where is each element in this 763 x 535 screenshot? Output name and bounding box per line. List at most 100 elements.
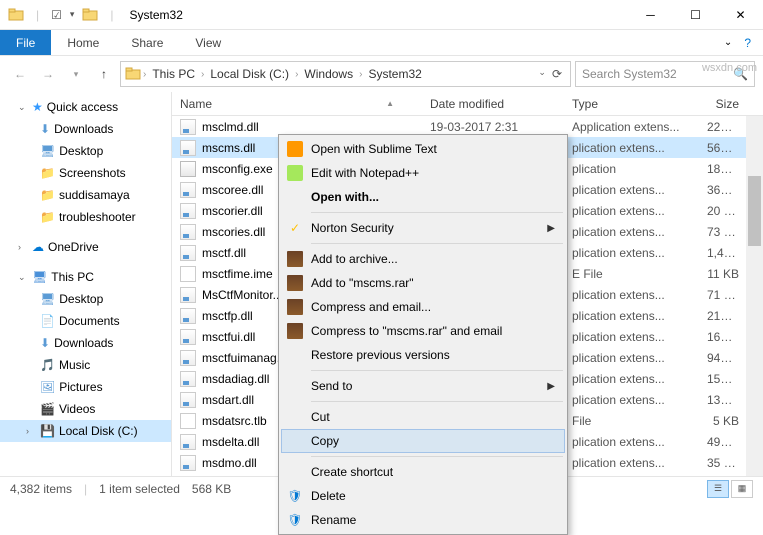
sidebar-this-pc[interactable]: ⌄ 🖥 This PC [0, 266, 171, 288]
ctx-restore[interactable]: Restore previous versions [281, 343, 565, 367]
crumb-local-disk[interactable]: Local Disk (C:) [206, 67, 293, 81]
sidebar-onedrive[interactable]: › ☁ OneDrive [0, 236, 171, 258]
tab-view[interactable]: View [179, 30, 237, 55]
ctx-edit-npp[interactable]: Edit with Notepad++ [281, 161, 565, 185]
sidebar-item-videos[interactable]: 🎬Videos [0, 398, 171, 420]
ctx-norton[interactable]: ✓Norton Security▶ [281, 216, 565, 240]
back-button[interactable]: ← [8, 62, 32, 86]
column-type[interactable]: Type [564, 92, 699, 115]
file-name: mscorier.dll [202, 204, 263, 218]
ctx-compress-rar-email[interactable]: Compress to "mscms.rar" and email [281, 319, 565, 343]
file-name: MsCtfMonitor... [202, 288, 283, 302]
icons-view-button[interactable]: ▦ [731, 480, 753, 498]
cell-type: plication extens... [564, 141, 699, 155]
status-selection: 1 item selected [99, 482, 180, 496]
breadcrumb-sep[interactable]: › [295, 69, 298, 80]
videos-icon: 🎬 [40, 402, 55, 416]
column-size[interactable]: Size [699, 92, 763, 115]
sort-indicator-icon: ▲ [386, 99, 394, 108]
watermark-text: wsxdn.com [702, 62, 757, 74]
sidebar-item-desktop[interactable]: 🖥Desktop [0, 140, 171, 162]
ribbon-expand-icon[interactable]: ⌄ [724, 37, 732, 48]
sidebar-item-local-disk[interactable]: › 💾Local Disk (C:) [0, 420, 171, 442]
ctx-send-to[interactable]: Send to▶ [281, 374, 565, 398]
column-name[interactable]: Name▲ [172, 92, 422, 115]
address-dropdown-icon[interactable]: ⌄ [538, 67, 546, 81]
window-title: System32 [130, 8, 183, 22]
refresh-icon[interactable]: ⟳ [552, 67, 562, 81]
up-button[interactable]: ↑ [92, 62, 116, 86]
ctx-open-sublime[interactable]: Open with Sublime Text [281, 137, 565, 161]
file-icon [180, 308, 196, 324]
file-icon [180, 413, 196, 429]
norton-icon: ✓ [287, 220, 303, 236]
downloads-icon: ⬇ [40, 122, 50, 136]
chevron-right-icon[interactable]: › [26, 426, 36, 436]
file-icon [180, 287, 196, 303]
tab-share[interactable]: Share [115, 30, 179, 55]
address-bar[interactable]: › This PC › Local Disk (C:) › Windows › … [120, 61, 571, 87]
ctx-delete[interactable]: 🛡Delete [281, 484, 565, 508]
chevron-down-icon[interactable]: ⌄ [18, 102, 28, 113]
status-item-count: 4,382 items [10, 482, 72, 496]
sidebar-item-downloads2[interactable]: ⬇Downloads [0, 332, 171, 354]
file-name: msctfui.dll [202, 330, 255, 344]
help-icon[interactable]: ? [744, 36, 751, 50]
ctx-add-rar[interactable]: Add to "mscms.rar" [281, 271, 565, 295]
close-button[interactable]: ✕ [718, 0, 763, 30]
breadcrumb-sep[interactable]: › [143, 69, 146, 80]
sidebar-item-screenshots[interactable]: 📁Screenshots [0, 162, 171, 184]
column-headers: Name▲ Date modified Type Size [172, 92, 763, 116]
crumb-windows[interactable]: Windows [300, 67, 357, 81]
sidebar-item-music[interactable]: 🎵Music [0, 354, 171, 376]
ctx-open-with[interactable]: Open with... [281, 185, 565, 209]
qat-checkbox-icon[interactable]: ☑ [51, 8, 62, 22]
tab-home[interactable]: Home [51, 30, 115, 55]
ctx-cut[interactable]: Cut [281, 405, 565, 429]
sidebar-item-troubleshooter[interactable]: 📁troubleshooter [0, 206, 171, 228]
details-view-button[interactable]: ☰ [707, 480, 729, 498]
tab-file[interactable]: File [0, 30, 51, 55]
file-name: msdelta.dll [202, 435, 259, 449]
ctx-copy[interactable]: Copy [281, 429, 565, 453]
breadcrumb-sep[interactable]: › [359, 69, 362, 80]
sidebar-item-pictures[interactable]: 🖼Pictures [0, 376, 171, 398]
chevron-right-icon[interactable]: › [18, 242, 28, 252]
sidebar-item-downloads[interactable]: ⬇Downloads [0, 118, 171, 140]
maximize-button[interactable]: ☐ [673, 0, 718, 30]
navigation-bar: ← → ▾ ↑ › This PC › Local Disk (C:) › Wi… [0, 56, 763, 92]
file-icon [180, 245, 196, 261]
sidebar-item-desktop2[interactable]: 🖥Desktop [0, 288, 171, 310]
file-icon [180, 182, 196, 198]
sidebar-item-suddisamaya[interactable]: 📁suddisamaya [0, 184, 171, 206]
scrollbar-thumb[interactable] [748, 176, 761, 246]
file-icon [180, 434, 196, 450]
winrar-icon [287, 299, 303, 315]
ctx-create-shortcut[interactable]: Create shortcut [281, 460, 565, 484]
minimize-button[interactable]: ─ [628, 0, 673, 30]
file-icon [180, 329, 196, 345]
documents-icon: 📄 [40, 314, 55, 328]
shield-icon: 🛡 [287, 488, 303, 504]
file-icon [180, 203, 196, 219]
ctx-rename[interactable]: 🛡Rename [281, 508, 565, 532]
onedrive-icon: ☁ [32, 240, 44, 254]
sidebar-label: Quick access [47, 100, 118, 114]
sidebar-quick-access[interactable]: ⌄ ★ Quick access [0, 96, 171, 118]
breadcrumb-sep[interactable]: › [201, 69, 204, 80]
ctx-compress-email[interactable]: Compress and email... [281, 295, 565, 319]
cell-type: E File [564, 267, 699, 281]
column-date[interactable]: Date modified [422, 92, 564, 115]
forward-button[interactable]: → [36, 62, 60, 86]
crumb-system32[interactable]: System32 [364, 67, 425, 81]
file-name: msctf.dll [202, 246, 246, 260]
recent-dropdown-icon[interactable]: ▾ [64, 62, 88, 86]
ctx-add-archive[interactable]: Add to archive... [281, 247, 565, 271]
chevron-down-icon[interactable]: ⌄ [18, 272, 28, 283]
ctx-separator [311, 212, 563, 213]
sidebar-item-documents[interactable]: 📄Documents [0, 310, 171, 332]
file-icon [180, 119, 196, 135]
qat-overflow-icon[interactable]: ▾ [70, 9, 75, 20]
crumb-this-pc[interactable]: This PC [148, 67, 199, 81]
vertical-scrollbar[interactable] [746, 116, 763, 476]
